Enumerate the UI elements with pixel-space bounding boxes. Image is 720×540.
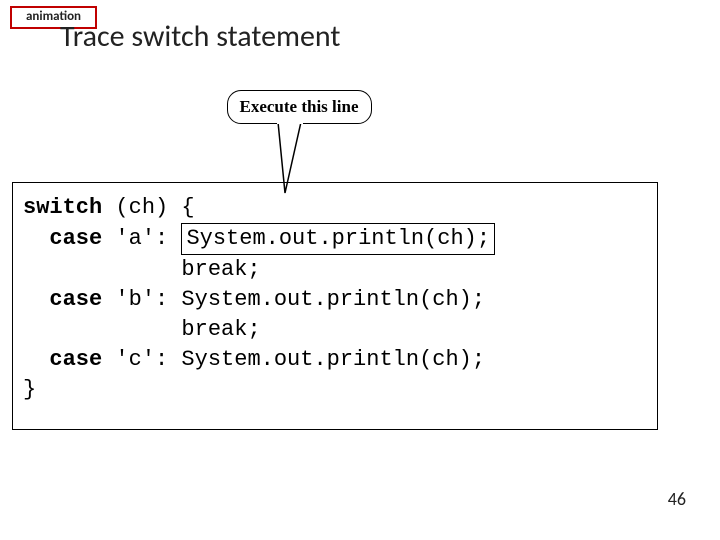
close-brace: } <box>23 377 36 402</box>
callout: Execute this line <box>209 90 389 124</box>
callout-text: Execute this line <box>227 90 372 124</box>
case-c: 'c': System.out.println(ch); <box>102 347 485 372</box>
kw-case-a: case <box>49 226 102 251</box>
semi-b: ; <box>247 317 260 342</box>
case-b: 'b': System.out.println(ch); <box>102 287 485 312</box>
slide-title: Trace switch statement <box>60 18 340 55</box>
break-a: break; <box>23 257 261 282</box>
kw-case-b: case <box>49 287 102 312</box>
code-block: switch (ch) { case 'a': System.out.print… <box>12 182 658 430</box>
switch-expr: (ch) { <box>102 195 194 220</box>
kw-switch: switch <box>23 195 102 220</box>
case-a-label: 'a': <box>102 226 181 251</box>
highlighted-stmt: System.out.println(ch); <box>181 223 495 255</box>
kw-case-c: case <box>49 347 102 372</box>
break-b: break <box>23 317 247 342</box>
page-number: 46 <box>668 488 686 510</box>
